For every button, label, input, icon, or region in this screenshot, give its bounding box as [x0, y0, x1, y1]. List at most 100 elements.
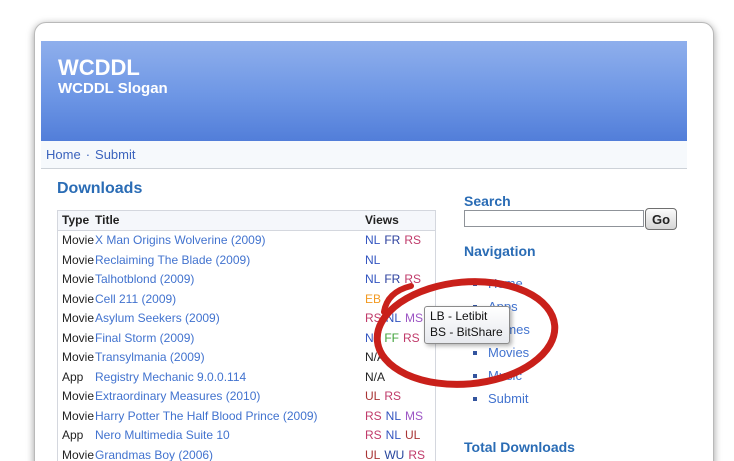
- host-link-ul[interactable]: UL: [365, 448, 380, 461]
- host-link-wu[interactable]: WU: [384, 448, 404, 461]
- type-cell: Movie: [58, 270, 96, 290]
- title-cell: Final Storm (2009): [95, 329, 365, 349]
- search-go-button[interactable]: Go: [645, 208, 677, 230]
- type-cell: Movie: [58, 231, 96, 251]
- host-link-fr[interactable]: FR: [384, 233, 400, 247]
- sidebar-item-music[interactable]: Music: [464, 364, 530, 387]
- host-link-rs[interactable]: RS: [403, 331, 420, 345]
- host-link-ff[interactable]: FF: [384, 331, 399, 345]
- title-cell: X Man Origins Wolverine (2009): [95, 231, 365, 251]
- site-header-banner: WCDDL WCDDL Slogan: [41, 41, 687, 141]
- sidebar-item-submit[interactable]: Submit: [464, 387, 530, 410]
- title-link[interactable]: Final Storm (2009): [95, 331, 194, 345]
- type-cell: Movie: [58, 251, 96, 271]
- host-link-rs[interactable]: RS: [365, 428, 382, 442]
- sidebar-link-music[interactable]: Music: [488, 368, 522, 383]
- type-cell: App: [58, 426, 96, 446]
- views-cell: NL FR RS: [365, 231, 436, 251]
- title-link[interactable]: Reclaiming The Blade (2009): [95, 253, 250, 267]
- host-link-nl[interactable]: NL: [386, 311, 401, 325]
- host-link-nl[interactable]: NL: [365, 253, 380, 267]
- nav-submit-link[interactable]: Submit: [95, 147, 135, 162]
- title-cell: Harry Potter The Half Blood Prince (2009…: [95, 407, 365, 427]
- title-cell: Nero Multimedia Suite 10: [95, 426, 365, 446]
- title-cell: Reclaiming The Blade (2009): [95, 251, 365, 271]
- site-slogan: WCDDL Slogan: [58, 80, 168, 97]
- title-link[interactable]: Extraordinary Measures (2010): [95, 389, 260, 403]
- square-bullet-icon: [473, 374, 477, 378]
- hosts-tooltip: LB - Letibit BS - BitShare: [424, 306, 510, 344]
- host-link-nl[interactable]: NL: [365, 331, 380, 345]
- host-link-rs[interactable]: RS: [384, 389, 401, 403]
- host-link-ms[interactable]: MS: [405, 311, 423, 325]
- search-input[interactable]: [464, 210, 644, 227]
- table-row: MovieHarry Potter The Half Blood Prince …: [58, 407, 436, 427]
- views-cell: N/A: [365, 368, 436, 388]
- title-link[interactable]: Talhotblond (2009): [95, 272, 194, 286]
- sidebar-item-home[interactable]: Home: [464, 272, 530, 295]
- title-link[interactable]: Cell 211 (2009): [95, 292, 176, 306]
- type-cell: Movie: [58, 348, 96, 368]
- title-link[interactable]: Registry Mechanic 9.0.0.114: [95, 370, 246, 384]
- table-row: MovieX Man Origins Wolverine (2009) NL FR R…: [58, 231, 436, 251]
- site-title: WCDDL: [58, 55, 140, 81]
- type-cell: Movie: [58, 446, 96, 461]
- host-link-rs[interactable]: RS: [404, 272, 421, 286]
- title-link[interactable]: Asylum Seekers (2009): [95, 311, 220, 325]
- downloads-heading: Downloads: [57, 180, 142, 198]
- page: WCDDL WCDDL Slogan Home · Submit Downloa…: [0, 0, 734, 461]
- type-cell: Movie: [58, 290, 96, 310]
- type-cell: App: [58, 368, 96, 388]
- title-cell: Grandmas Boy (2006): [95, 446, 365, 461]
- title-cell: Talhotblond (2009): [95, 270, 365, 290]
- host-link-ul[interactable]: UL: [365, 389, 380, 403]
- host-link-nl[interactable]: NL: [365, 272, 380, 286]
- table-row: AppRegistry Mechanic 9.0.0.114 N/A: [58, 368, 436, 388]
- host-link-nl[interactable]: NL: [386, 428, 401, 442]
- host-link-rs[interactable]: RS: [365, 409, 382, 423]
- host-link-fr[interactable]: FR: [384, 272, 400, 286]
- host-link-eb[interactable]: EB: [365, 292, 381, 306]
- type-cell: Movie: [58, 387, 96, 407]
- title-link[interactable]: Harry Potter The Half Blood Prince (2009…: [95, 409, 318, 423]
- title-cell: Asylum Seekers (2009): [95, 309, 365, 329]
- title-link[interactable]: Transylmania (2009): [95, 350, 205, 364]
- host-link-ul[interactable]: UL: [405, 428, 420, 442]
- host-link-rs[interactable]: RS: [365, 311, 382, 325]
- table-row: MovieExtraordinary Measures (2010) UL RS: [58, 387, 436, 407]
- table-row: MovieCell 211 (2009) EB: [58, 290, 436, 310]
- search-heading: Search: [464, 193, 511, 209]
- views-cell: NL: [365, 251, 436, 271]
- views-cell: RS NL MS: [365, 407, 436, 427]
- host-link-nl[interactable]: NL: [386, 409, 401, 423]
- table-header-row: Type Title Views: [58, 211, 436, 231]
- type-cell: Movie: [58, 309, 96, 329]
- host-link-nl[interactable]: NL: [365, 233, 380, 247]
- host-link-rs[interactable]: RS: [408, 448, 425, 461]
- square-bullet-icon: [473, 397, 477, 401]
- column-header-type: Type: [58, 211, 96, 231]
- tooltip-line-1: LB - Letibit: [430, 309, 503, 325]
- title-link[interactable]: X Man Origins Wolverine (2009): [95, 233, 266, 247]
- sidebar-item-movies[interactable]: Movies: [464, 341, 530, 364]
- tooltip-line-2: BS - BitShare: [430, 325, 503, 341]
- downloads-table: Type Title Views MovieX Man Origins Wolv…: [57, 210, 436, 461]
- column-header-title: Title: [95, 211, 365, 231]
- top-nav: Home · Submit: [41, 141, 687, 169]
- nav-home-link[interactable]: Home: [46, 147, 81, 162]
- table-row: MovieGrandmas Boy (2006) UL WU RS: [58, 446, 436, 461]
- table-row: MovieAsylum Seekers (2009) RS NL MS: [58, 309, 436, 329]
- host-link-rs[interactable]: RS: [404, 233, 421, 247]
- views-not-available: N/A: [365, 350, 385, 364]
- title-link[interactable]: Grandmas Boy (2006): [95, 448, 213, 461]
- views-cell: NL FR RS: [365, 270, 436, 290]
- sidebar-link-submit[interactable]: Submit: [488, 391, 528, 406]
- table-row: MovieTransylmania (2009) N/A: [58, 348, 436, 368]
- sidebar-link-movies[interactable]: Movies: [488, 345, 529, 360]
- sidebar-link-home[interactable]: Home: [488, 276, 523, 291]
- host-link-ms[interactable]: MS: [405, 409, 423, 423]
- title-link[interactable]: Nero Multimedia Suite 10: [95, 428, 230, 442]
- square-bullet-icon: [473, 351, 477, 355]
- downloads-table-body: MovieX Man Origins Wolverine (2009)NLFRR…: [58, 231, 436, 461]
- total-downloads-heading: Total Downloads: [464, 439, 575, 455]
